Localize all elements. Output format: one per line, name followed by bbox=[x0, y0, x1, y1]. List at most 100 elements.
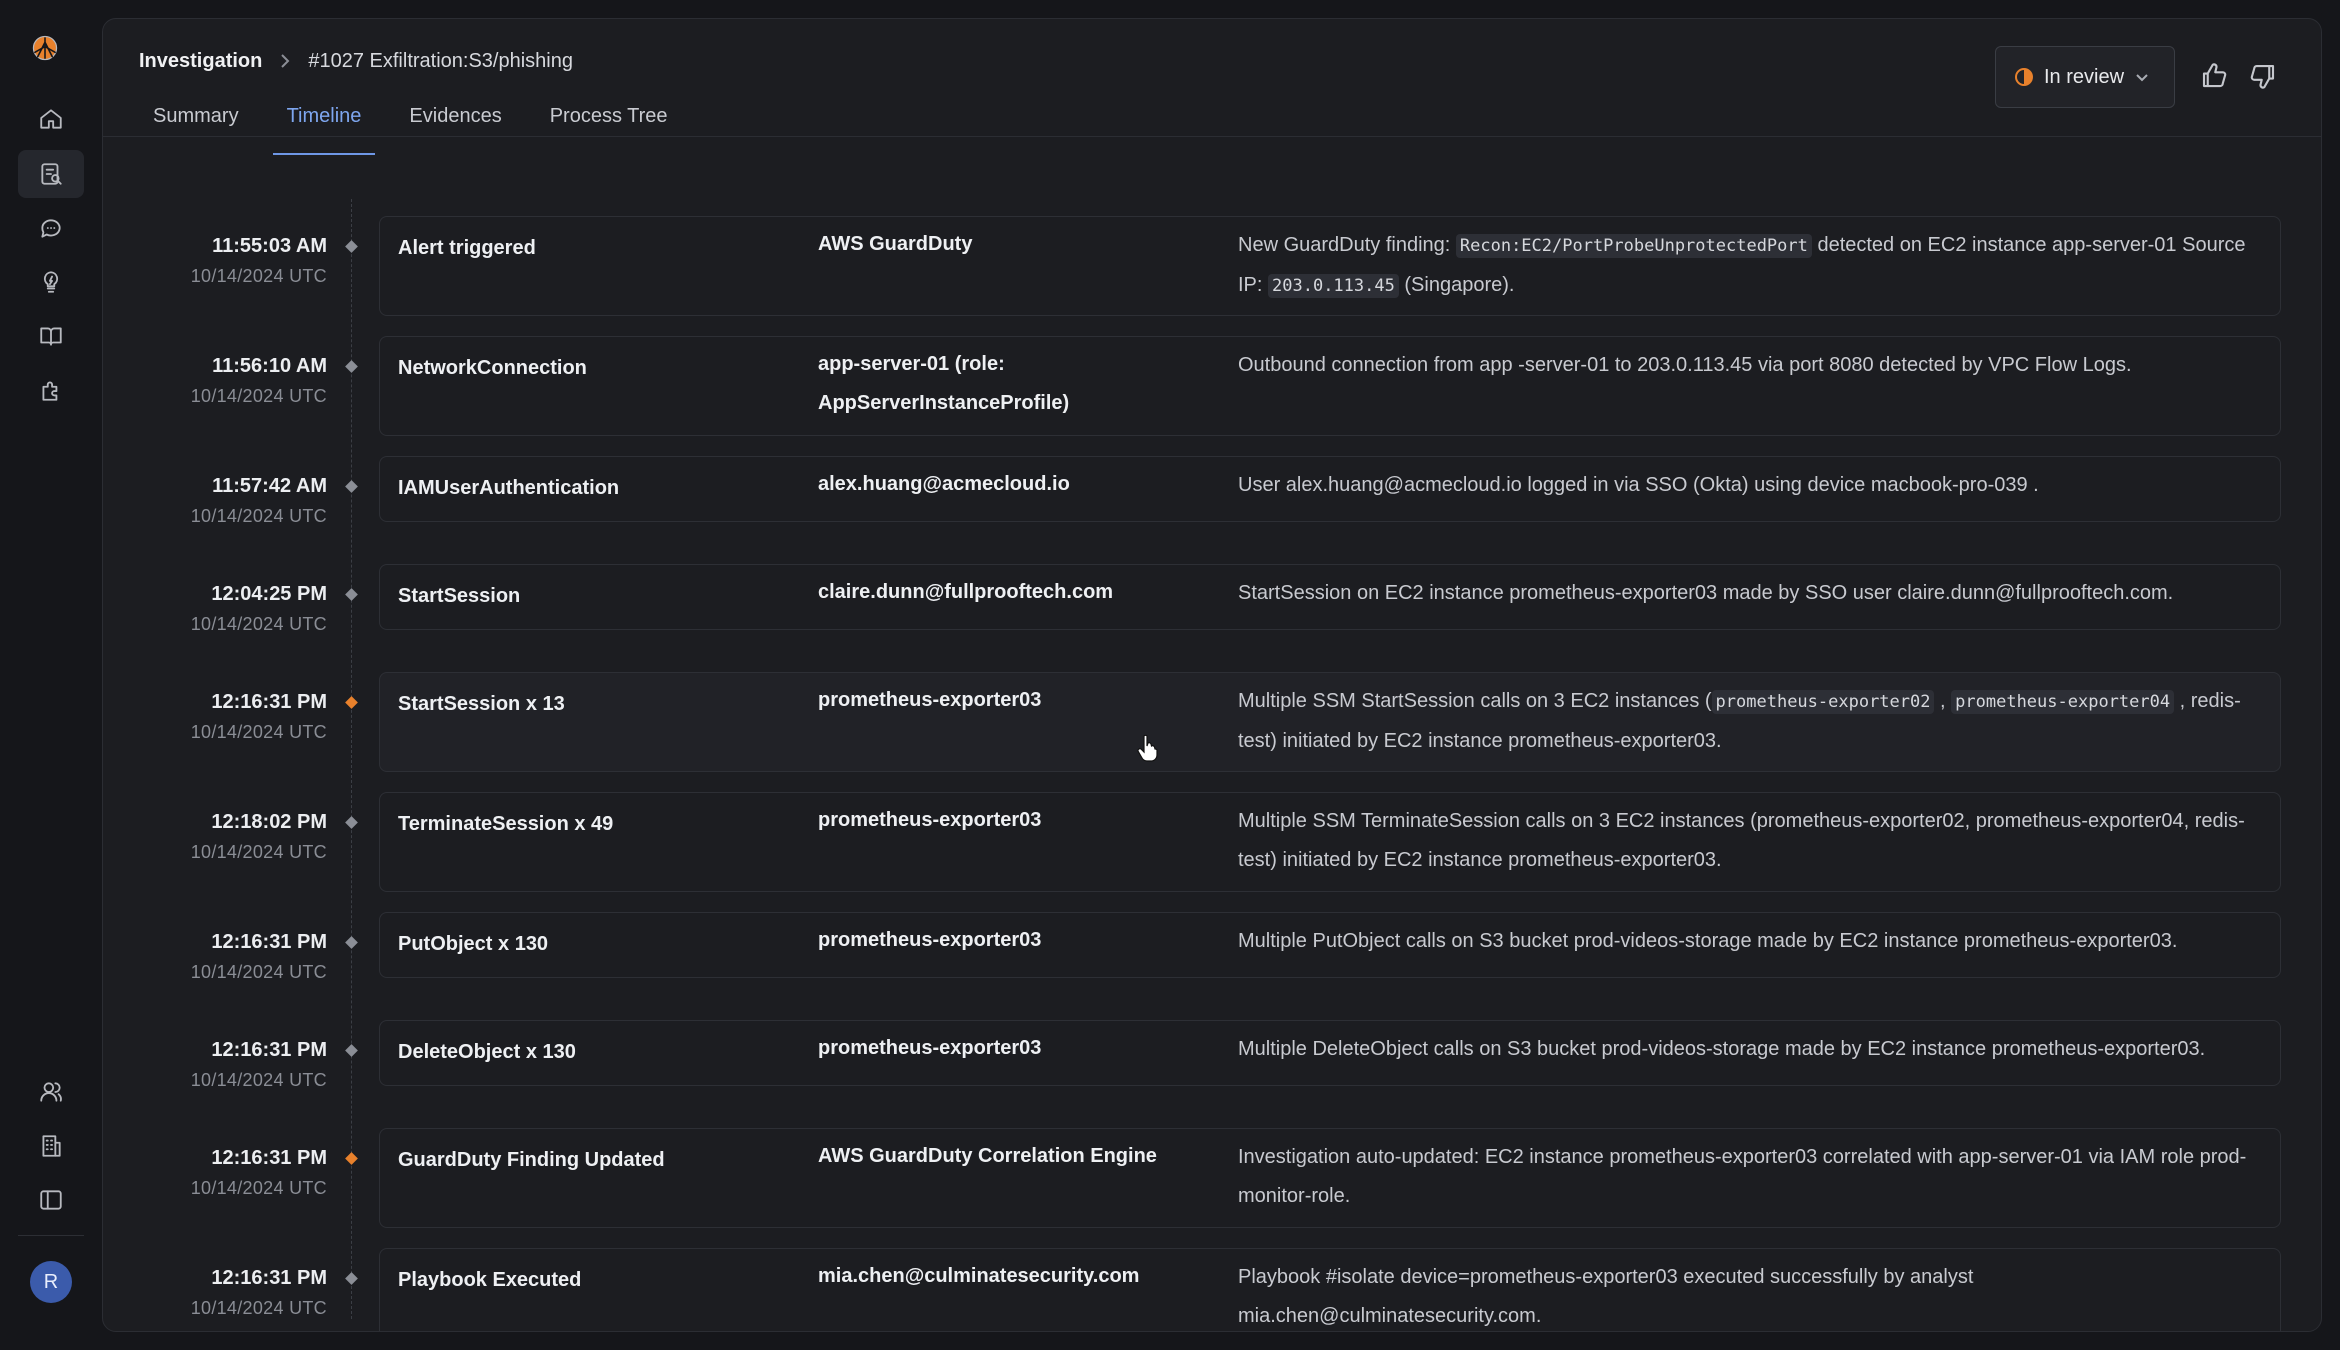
insights-bulb-icon[interactable] bbox=[18, 258, 84, 306]
event-card[interactable]: DeleteObject x 130 prometheus-exporter03 M… bbox=[379, 1020, 2281, 1086]
description-text: New GuardDuty finding: bbox=[1238, 234, 1456, 256]
event-card[interactable]: GuardDuty Finding Updated AWS GuardDuty C… bbox=[379, 1128, 2281, 1228]
event-actor: AWS GuardDuty Correlation Engine bbox=[818, 1145, 1157, 1167]
event-actor: prometheus-exporter03 bbox=[818, 1037, 1042, 1059]
description-text: Investigation auto-updated: EC2 instance… bbox=[1238, 1146, 2247, 1207]
timeline-row: 11:57:42 AM 10/14/2024 UTC IAMUserAuthenti… bbox=[103, 456, 2321, 526]
event-card[interactable]: Playbook Executed mia.chen@culminatesecur… bbox=[379, 1248, 2281, 1331]
hand-cursor-icon bbox=[1137, 734, 1158, 762]
event-timestamp: 11:55:03 AM 10/14/2024 UTC bbox=[123, 233, 327, 289]
timeline-row: 12:18:02 PM 10/14/2024 UTC TerminateSessio… bbox=[103, 792, 2321, 892]
timeline-row: 12:16:31 PM 10/14/2024 UTC StartSession x … bbox=[103, 672, 2321, 772]
event-description: Multiple SSM StartSession calls on 3 EC2… bbox=[1238, 682, 2258, 761]
event-actor: claire.dunn@fullprooftech.com bbox=[818, 581, 1114, 603]
nav-rail: R bbox=[0, 0, 100, 1350]
event-timestamp: 12:16:31 PM 10/14/2024 UTC bbox=[123, 1145, 327, 1201]
event-time: 12:04:25 PM bbox=[211, 583, 327, 605]
event-card[interactable]: NetworkConnection app-server-01 (role: Ap… bbox=[379, 336, 2281, 436]
investigation-panel: Investigation #1027 Exfiltration:S3/phis… bbox=[102, 18, 2322, 1332]
event-type: Alert triggered bbox=[398, 237, 536, 259]
thumbs-down-icon[interactable] bbox=[2248, 61, 2278, 91]
event-actor: prometheus-exporter03 bbox=[818, 809, 1042, 831]
event-card[interactable]: IAMUserAuthentication alex.huang@acmeclou… bbox=[379, 456, 2281, 522]
event-card[interactable]: StartSession claire.dunn@fullprooftech.co… bbox=[379, 564, 2281, 630]
event-date: 10/14/2024 UTC bbox=[190, 386, 327, 406]
timeline-marker bbox=[345, 240, 358, 253]
event-date: 10/14/2024 UTC bbox=[190, 962, 327, 982]
event-card[interactable]: TerminateSession x 49 prometheus-exporter… bbox=[379, 792, 2281, 892]
event-description: Playbook #isolate device=prometheus-expo… bbox=[1238, 1258, 2258, 1331]
timeline-row: 12:04:25 PM 10/14/2024 UTC StartSession cla… bbox=[103, 564, 2321, 634]
event-description: Multiple SSM TerminateSession calls on 3… bbox=[1238, 802, 2258, 880]
home-icon[interactable] bbox=[18, 95, 84, 143]
breadcrumb-current: #1027 Exfiltration:S3/phishing bbox=[308, 49, 573, 72]
event-timestamp: 12:16:31 PM 10/14/2024 UTC bbox=[123, 929, 327, 985]
event-description: Multiple PutObject calls on S3 bucket pr… bbox=[1238, 922, 2258, 961]
breadcrumb-root[interactable]: Investigation bbox=[139, 50, 262, 73]
chevron-down-icon bbox=[2136, 74, 2148, 82]
brand-logo-icon[interactable] bbox=[32, 35, 68, 71]
event-time: 12:16:31 PM bbox=[211, 931, 327, 953]
event-type: DeleteObject x 130 bbox=[398, 1041, 576, 1063]
event-type: GuardDuty Finding Updated bbox=[398, 1149, 665, 1171]
description-text: , bbox=[1934, 690, 1952, 712]
event-time: 12:16:31 PM bbox=[211, 691, 327, 713]
event-card[interactable]: PutObject x 130 prometheus-exporter03 Mult… bbox=[379, 912, 2281, 978]
event-timestamp: 12:16:31 PM 10/14/2024 UTC bbox=[123, 1265, 327, 1321]
event-type: IAMUserAuthentication bbox=[398, 477, 620, 499]
user-avatar[interactable]: R bbox=[30, 1261, 72, 1303]
tab-process-tree[interactable]: Process Tree bbox=[536, 91, 682, 155]
integrations-puzzle-icon[interactable] bbox=[18, 366, 84, 414]
event-description: User alex.huang@acmecloud.io logged in v… bbox=[1238, 466, 2258, 505]
event-type: StartSession x 13 bbox=[398, 693, 565, 715]
chevron-right-icon bbox=[281, 54, 290, 68]
tab-summary[interactable]: Summary bbox=[139, 91, 253, 155]
event-date: 10/14/2024 UTC bbox=[190, 722, 327, 742]
event-time: 11:57:42 AM bbox=[212, 475, 327, 497]
description-text: User alex.huang@acmecloud.io logged in v… bbox=[1238, 474, 2039, 496]
event-date: 10/14/2024 UTC bbox=[190, 506, 327, 526]
organization-building-icon[interactable] bbox=[18, 1122, 84, 1170]
event-type: Playbook Executed bbox=[398, 1269, 582, 1291]
event-actor: prometheus-exporter03 bbox=[818, 929, 1042, 951]
event-actor: alex.huang@acmecloud.io bbox=[818, 473, 1070, 495]
sidebar-toggle-icon[interactable] bbox=[18, 1176, 84, 1224]
event-actor: AWS GuardDuty bbox=[818, 233, 973, 255]
event-card[interactable]: StartSession x 13 prometheus-exporter03 Mu… bbox=[379, 672, 2281, 772]
in-review-status-icon bbox=[2015, 68, 2033, 86]
event-date: 10/14/2024 UTC bbox=[190, 1070, 327, 1090]
event-card[interactable]: Alert triggered AWS GuardDuty New GuardDut… bbox=[379, 216, 2281, 316]
tab-divider bbox=[103, 136, 2321, 137]
description-text: StartSession on EC2 instance prometheus-… bbox=[1238, 582, 2174, 604]
tab-evidences[interactable]: Evidences bbox=[395, 91, 515, 155]
event-type: TerminateSession x 49 bbox=[398, 813, 614, 835]
timeline-row: 12:16:31 PM 10/14/2024 UTC PutObject x 130… bbox=[103, 912, 2321, 982]
event-timestamp: 12:16:31 PM 10/14/2024 UTC bbox=[123, 1037, 327, 1093]
event-date: 10/14/2024 UTC bbox=[190, 1298, 327, 1318]
event-timestamp: 12:04:25 PM 10/14/2024 UTC bbox=[123, 581, 327, 637]
event-description: Investigation auto-updated: EC2 instance… bbox=[1238, 1138, 2258, 1216]
users-icon[interactable] bbox=[18, 1068, 84, 1116]
chat-icon[interactable] bbox=[18, 204, 84, 252]
inline-code: 203.0.113.45 bbox=[1268, 274, 1399, 298]
event-date: 10/14/2024 UTC bbox=[190, 1178, 327, 1198]
event-timestamp: 11:57:42 AM 10/14/2024 UTC bbox=[123, 473, 327, 529]
tab-timeline[interactable]: Timeline bbox=[272, 91, 376, 155]
description-text: Multiple PutObject calls on S3 bucket pr… bbox=[1238, 930, 2178, 952]
event-type: NetworkConnection bbox=[398, 357, 587, 379]
status-dropdown[interactable]: In review bbox=[1995, 46, 2175, 108]
investigations-icon[interactable] bbox=[18, 150, 84, 198]
event-time: 12:18:02 PM bbox=[211, 811, 327, 833]
timeline-marker bbox=[345, 588, 358, 601]
thumbs-up-icon[interactable] bbox=[2199, 61, 2229, 91]
event-description: Multiple DeleteObject calls on S3 bucket… bbox=[1238, 1030, 2258, 1069]
status-label: In review bbox=[2044, 65, 2125, 88]
event-type: StartSession bbox=[398, 585, 521, 607]
event-type: PutObject x 130 bbox=[398, 933, 549, 955]
playbooks-book-icon[interactable] bbox=[18, 312, 84, 360]
timeline-marker bbox=[345, 816, 358, 829]
event-time: 12:16:31 PM bbox=[211, 1267, 327, 1289]
inline-code: Recon:EC2/PortProbeUnprotectedPort bbox=[1455, 234, 1812, 258]
description-text: Multiple SSM StartSession calls on 3 EC2… bbox=[1238, 690, 1712, 712]
event-timestamp: 11:56:10 AM 10/14/2024 UTC bbox=[123, 353, 327, 409]
